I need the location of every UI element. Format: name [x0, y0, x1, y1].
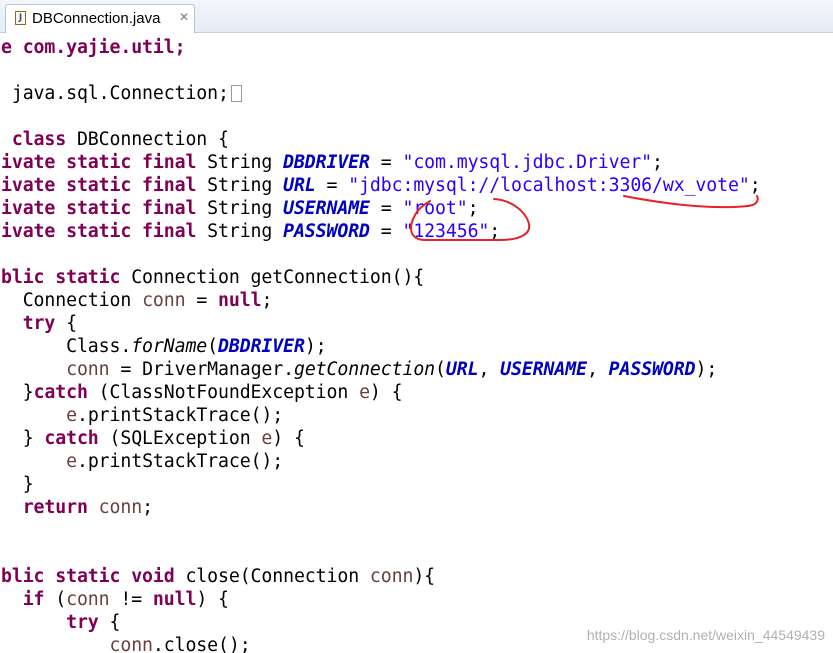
code-line: e.printStackTrace(); [66, 451, 284, 472]
code-line: ivate static final String USERNAME = "ro… [1, 198, 479, 219]
code-line: ivate static final String DBDRIVER = "co… [1, 152, 663, 173]
code-line: class DBConnection { [11, 129, 229, 150]
watermark: https://blog.csdn.net/weixin_44549439 [586, 627, 825, 643]
tab-title: DBConnection.java [32, 10, 161, 27]
close-icon[interactable]: ✕ [178, 11, 190, 23]
code-line: } [1, 474, 34, 495]
code-line: try { [22, 313, 77, 334]
code-line: return conn; [22, 497, 153, 518]
code-line: e com.yajie.util; [1, 37, 186, 58]
code-line: blic static Connection getConnection(){ [1, 267, 425, 288]
editor-tab-bar: J DBConnection.java ✕ [0, 0, 833, 33]
code-line: ivate static final String PASSWORD = "12… [1, 221, 501, 242]
code-line: }catch (ClassNotFoundException e) { [1, 382, 403, 403]
code-editor[interactable]: e com.yajie.util; java.sql.Connection; c… [0, 34, 833, 653]
code-line: Connection conn = null; [1, 290, 273, 311]
code-line: blic static void close(Connection conn){ [1, 566, 436, 587]
code-line: ivate static final String URL = "jdbc:my… [1, 175, 761, 196]
code-line: conn.close(); [109, 635, 251, 653]
tab-dbconnection-java[interactable]: J DBConnection.java ✕ [5, 4, 195, 33]
code-line: try { [66, 612, 121, 633]
code-line: Class.forName(DBDRIVER); [1, 336, 327, 357]
code-line: if (conn != null) { [22, 589, 229, 610]
code-line: java.sql.Connection; [1, 82, 242, 105]
code-line: conn = DriverManager.getConnection(URL, … [66, 359, 718, 380]
code-line: } catch (SQLException e) { [1, 428, 305, 449]
folded-imports-marker[interactable] [230, 85, 242, 102]
java-file-icon: J [15, 11, 26, 25]
code-line: e.printStackTrace(); [66, 405, 284, 426]
